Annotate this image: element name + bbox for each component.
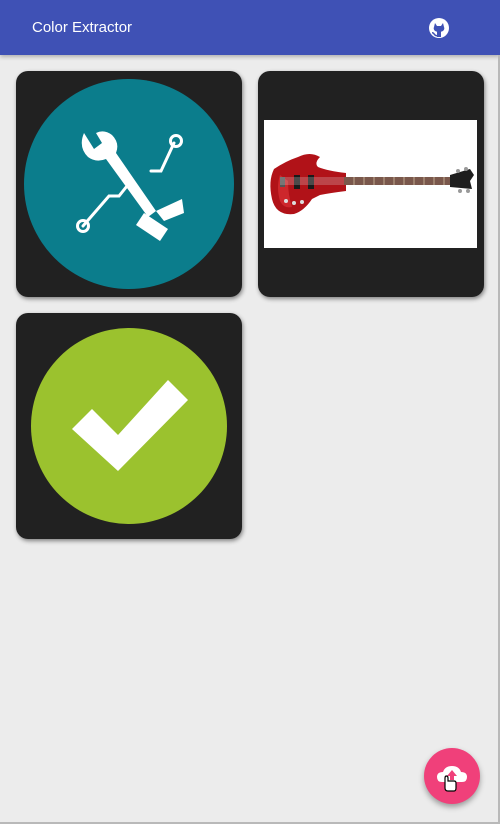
cloud-upload-button[interactable] (424, 748, 480, 804)
red-bass-guitar-photo (264, 120, 477, 248)
app-bar: Color Extractor (0, 0, 500, 55)
app-title: Color Extractor (32, 19, 133, 36)
github-icon[interactable] (426, 15, 452, 41)
gallery-item-bass-guitar[interactable] (258, 71, 484, 297)
tools-icon (24, 79, 234, 289)
gallery-item-tools[interactable] (16, 71, 242, 297)
gallery-item-checkmark[interactable] (16, 313, 242, 539)
checkmark-icon (31, 328, 227, 524)
cloud-upload-icon (437, 766, 467, 792)
